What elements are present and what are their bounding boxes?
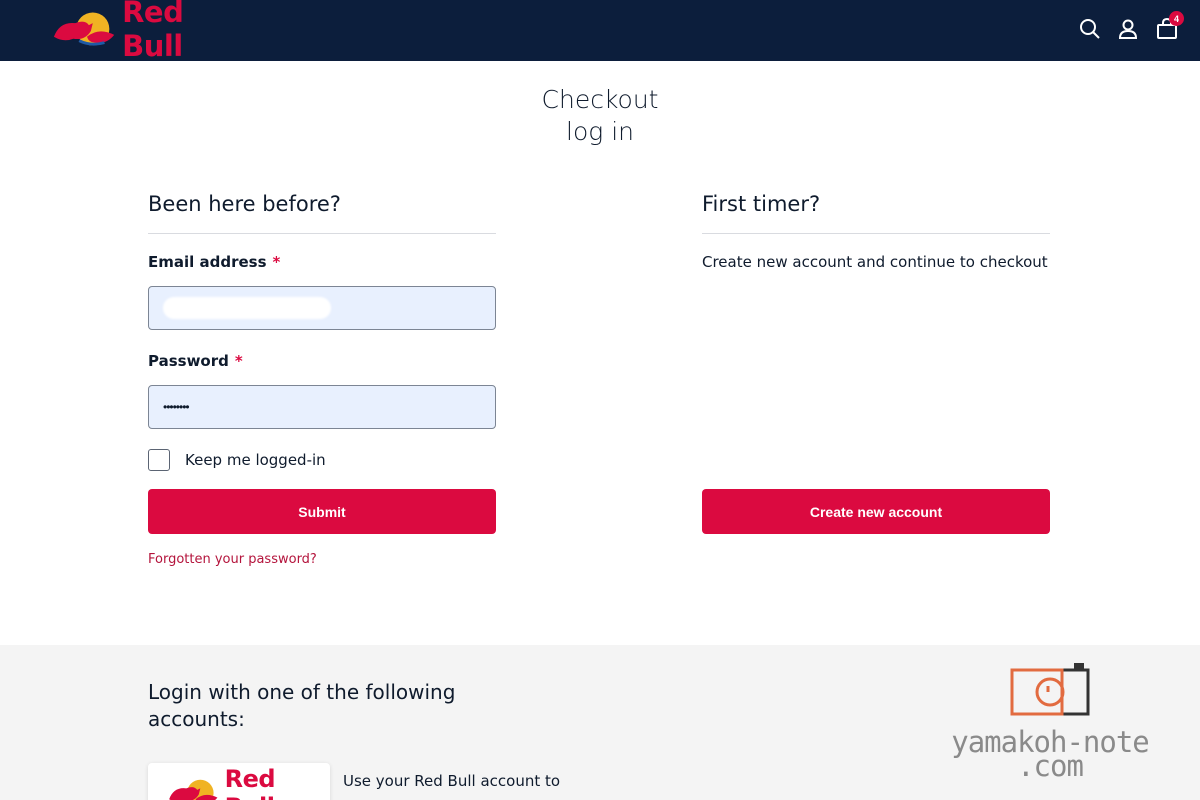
login-heading: Been here before? (148, 190, 496, 234)
submit-button[interactable]: Submit (148, 489, 496, 534)
login-section: Been here before? Email address * Passwor… (148, 190, 496, 567)
password-label-text: Password (148, 352, 229, 370)
red-bull-login-button[interactable]: Red Bull (148, 763, 330, 800)
keep-logged-in-label: Keep me logged-in (185, 451, 326, 469)
camera-watermark-icon (1010, 663, 1090, 716)
site-watermark-text: yamakoh-note .com (951, 725, 1150, 783)
register-description: Create new account and continue to check… (702, 253, 1048, 271)
required-mark: * (272, 253, 281, 271)
password-value: •••••••• (163, 400, 190, 414)
forgot-password-link[interactable]: Forgotten your password? (148, 552, 317, 567)
redacted-email-value (163, 297, 331, 319)
user-icon[interactable] (1115, 16, 1141, 42)
provider-wordmark: Red Bull (224, 765, 276, 800)
social-login-description: Use your Red Bull account to (343, 772, 561, 790)
email-label-text: Email address (148, 253, 267, 271)
red-bull-emblem-icon (169, 779, 218, 800)
cart-icon[interactable]: 4 (1154, 11, 1184, 42)
email-label: Email address * (148, 253, 280, 271)
password-label: Password * (148, 352, 243, 370)
keep-logged-in-row: Keep me logged-in (148, 449, 326, 471)
brand-wordmark: Red Bull (122, 0, 184, 63)
site-header: Red Bull 4 (0, 0, 1200, 63)
search-icon[interactable] (1077, 16, 1103, 42)
page-title: Checkout log in (0, 84, 1200, 148)
password-input[interactable]: •••••••• (148, 385, 496, 429)
page-title-line1: Checkout (541, 85, 659, 114)
register-section: First timer? Create new account and cont… (702, 190, 1050, 534)
keep-logged-in-checkbox[interactable] (148, 449, 170, 471)
red-bull-emblem-icon (53, 12, 115, 46)
social-login-heading: Login with one of the following accounts… (148, 680, 456, 731)
red-bull-logo[interactable]: Red Bull (50, 0, 250, 63)
register-heading: First timer? (702, 190, 1050, 234)
required-mark: * (234, 352, 243, 370)
create-account-button[interactable]: Create new account (702, 489, 1050, 534)
page-title-line2: log in (566, 117, 634, 146)
cart-count-badge: 4 (1169, 11, 1184, 26)
email-input[interactable] (148, 286, 496, 330)
